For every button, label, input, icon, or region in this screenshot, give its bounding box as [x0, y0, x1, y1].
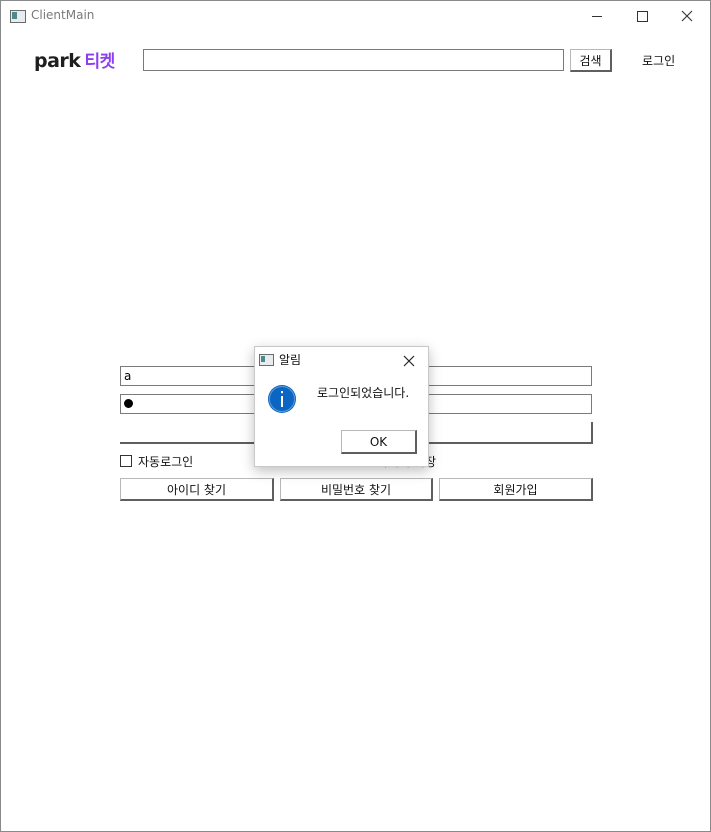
logo-park-text: park — [34, 50, 81, 72]
info-icon — [268, 385, 296, 413]
login-link[interactable]: 로그인 — [642, 52, 675, 69]
app-icon — [10, 10, 26, 23]
alert-dialog: 알림 로그인되었습니다. OK — [254, 346, 429, 467]
close-window-button[interactable] — [664, 1, 710, 31]
logo-ticket-text: 티켓 — [84, 52, 115, 72]
dialog-app-icon — [259, 354, 274, 366]
maximize-icon — [636, 10, 648, 22]
ok-button[interactable]: OK — [341, 430, 417, 454]
maximize-button[interactable] — [619, 1, 665, 31]
signup-button[interactable]: 회원가입 — [439, 478, 593, 501]
title-bar[interactable]: ClientMain — [1, 1, 710, 31]
close-icon — [681, 10, 693, 22]
auto-login-checkbox[interactable] — [120, 455, 132, 467]
find-id-button[interactable]: 아이디 찾기 — [120, 478, 274, 501]
search-input[interactable] — [143, 49, 564, 71]
auto-login-label: 자동로그인 — [138, 455, 194, 469]
close-icon — [403, 355, 415, 367]
window-title: ClientMain — [31, 8, 95, 22]
minimize-button[interactable] — [574, 1, 620, 31]
dialog-close-button[interactable] — [403, 350, 415, 371]
search-button[interactable]: 검색 — [570, 49, 612, 72]
password-mask-dot — [124, 399, 133, 408]
brand-logo: park 티켓 — [34, 47, 115, 72]
main-window: ClientMain park티켓 검색 로그인 a 자동로그인 아이디 저장 … — [0, 0, 711, 832]
minimize-icon — [592, 15, 602, 17]
find-password-button[interactable]: 비밀번호 찾기 — [280, 478, 433, 501]
dialog-message: 로그인되었습니다. — [317, 386, 410, 400]
dialog-title: 알림 — [279, 353, 302, 367]
